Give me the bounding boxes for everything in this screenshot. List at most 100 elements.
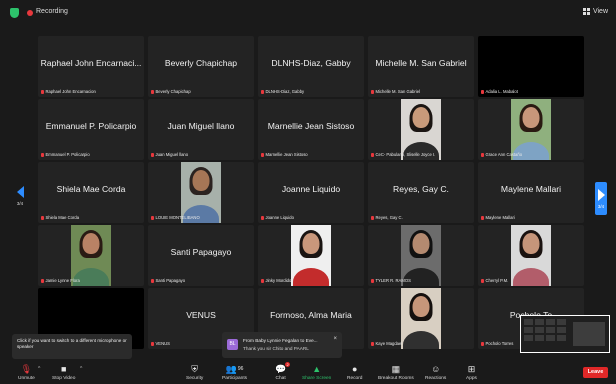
participant-video [291,225,331,286]
self-view-thumbnail[interactable] [520,315,610,353]
participant-tile[interactable]: Reyes, Gay C. Reyes, Gay C. [368,162,474,223]
share-screen-button[interactable]: ▲ Share Screen [302,363,331,381]
participant-tile[interactable]: Marnellie Jean Sistoso Marnellie Jean Sis… [258,99,364,160]
unmute-button[interactable]: 🎙 Unmute [18,363,35,381]
participant-name-label: CeC- Pabulario, Sliselle Joyce I. [371,152,471,157]
participant-name-text: Jinky Mordido [265,278,292,283]
mic-muted-icon [261,152,264,157]
record-label: Record [347,376,363,381]
participant-tile[interactable]: Raphael John Encarnaci... Raphael John En… [38,36,144,97]
participant-tile[interactable]: DLNHS-Diaz, Gabby DLNHS-Diaz, Gabby [258,36,364,97]
chat-button[interactable]: 💬 Chat 2 [275,362,291,381]
page-indicator-right: 3/4 [597,203,605,209]
stop-video-button[interactable]: ■ Stop Video [52,363,75,381]
participant-name-label: Shiela Mae Corda [41,215,141,220]
participant-tile[interactable]: TYLER R. RAMOS [368,225,474,286]
mini-tile [557,335,566,341]
view-button[interactable]: View [582,8,608,15]
chat-notification[interactable]: BL From Baby Lynnie Fegalan to Eve... Th… [222,332,342,358]
reactions-button[interactable]: ☺ Reactions [425,363,446,381]
reactions-label: Reactions [425,376,447,381]
participant-display-name: Santi Papagayo [170,247,232,257]
participant-tile[interactable]: LOUIE MONTELIBANO [148,162,254,223]
breakout-rooms-icon: ▦ [391,364,401,374]
participant-tile[interactable]: Maylene Mallari Maylene Mallari [478,162,584,223]
apps-icon: ⊞ [467,364,476,374]
participant-display-name: Reyes, Gay C. [393,184,449,194]
participant-tile[interactable]: Shiela Mae Corda Shiela Mae Corda [38,162,144,223]
mic-muted-icon [371,152,374,157]
mini-tile [524,335,533,341]
participant-tile[interactable]: Jamie Lynne Flora [38,225,144,286]
participant-tile[interactable]: Beverly Chapichap Beverly Chapichap [148,36,254,97]
participant-name-label: Reyes, Gay C. [371,215,471,220]
mini-window [573,322,605,346]
participant-display-name: Marnellie Jean Sistoso [267,121,355,131]
participant-tile[interactable]: Kaye Magdael [368,288,474,349]
participant-tile[interactable]: Grace Ann Castaño [478,99,584,160]
previous-page-button[interactable]: 3/4 [14,182,26,210]
apps-label: Apps [466,376,477,381]
participant-tile[interactable]: CeC- Pabulario, Sliselle Joyce I. [368,99,474,160]
share-screen-icon: ▲ [312,364,322,374]
stop-video-label: Stop Video [52,376,76,381]
mini-tile [546,327,555,333]
participant-name-text: Adalia L. Mabalot [485,89,518,94]
participant-name-text: TYLER R. RAMOS [375,278,411,283]
breakout-rooms-label: Breakout Rooms [378,376,414,381]
participant-display-name: Emmanuel P. Policarpio [45,121,137,131]
participant-name-label: Grace Ann Castaño [481,152,581,157]
security-shield-icon[interactable] [10,8,19,18]
mini-tile [557,319,566,325]
participant-video [401,225,441,286]
participant-name-label: Adalia L. Mabalot [481,89,581,94]
audio-options-chevron-icon[interactable]: ^ [38,366,40,372]
video-options-chevron-icon[interactable]: ^ [80,366,82,372]
participant-tile[interactable]: Jinky Mordido [258,225,364,286]
participant-tile[interactable]: Adalia L. Mabalot [478,36,584,97]
participant-tile[interactable]: Emmanuel P. Policarpio Emmanuel P. Polica… [38,99,144,160]
chat-unread-badge: 2 [285,362,291,367]
participant-name-text: Cherryl P.M. [485,278,509,283]
apps-button[interactable]: ⊞ Apps [466,363,477,381]
participant-tile[interactable]: Santi Papagayo Santi Papagayo [148,225,254,286]
video-face [522,107,540,128]
participant-tile[interactable]: Juan Miguel llano Juan Miguel llano [148,99,254,160]
close-icon[interactable]: × [333,336,337,342]
participant-name-text: Juan Miguel llano [155,152,189,157]
mini-tile [557,327,566,333]
video-camera-icon: ■ [60,364,67,374]
mini-tile [524,327,533,333]
mini-tile [546,319,555,325]
top-bar: Recording View [0,0,616,26]
video-face [522,233,540,254]
participant-name-text: Jamie Lynne Flora [45,278,80,283]
mic-muted-icon [481,278,484,283]
mic-muted-icon [41,278,44,283]
mic-muted-icon [261,215,264,220]
participant-tile[interactable]: Cherryl P.M. [478,225,584,286]
breakout-rooms-button[interactable]: ▦ Breakout Rooms [378,363,414,381]
next-page-button[interactable]: 3/4 [595,182,607,215]
participants-button[interactable]: 👥 96 Participants [222,363,247,381]
participant-display-name: Joanne Liquido [281,184,341,194]
record-button[interactable]: ● Record [347,363,362,381]
mic-muted-icon [481,215,484,220]
participant-display-name: Formoso, Alma Maria [270,310,352,320]
smile-icon: ☺ [431,364,441,374]
record-icon: ● [352,364,358,374]
participant-display-name: Beverly Chapichap [164,58,238,68]
participant-name-label: Raphael John Encarnacion [41,89,141,94]
participant-name-text: LOUIE MONTELIBANO [155,215,200,220]
participant-name-label: Juan Miguel llano [151,152,251,157]
participant-tile[interactable]: Joanne Liquido Joanne Liquido [258,162,364,223]
leave-button[interactable]: Leave [583,367,608,378]
security-button[interactable]: ⛨ Security [186,363,203,381]
participant-display-name: Michelle M. San Gabriel [375,58,467,68]
participant-name-text: Pocholo Torres [485,341,514,346]
mini-tile [535,319,544,325]
participant-tile[interactable]: Michelle M. San Gabriel Michelle M. San G… [368,36,474,97]
participant-name-text: Kaye Magdael [375,341,403,346]
chat-message-line: Thank you sir Chito and PAARL [243,346,309,351]
mic-muted-icon [371,341,374,346]
